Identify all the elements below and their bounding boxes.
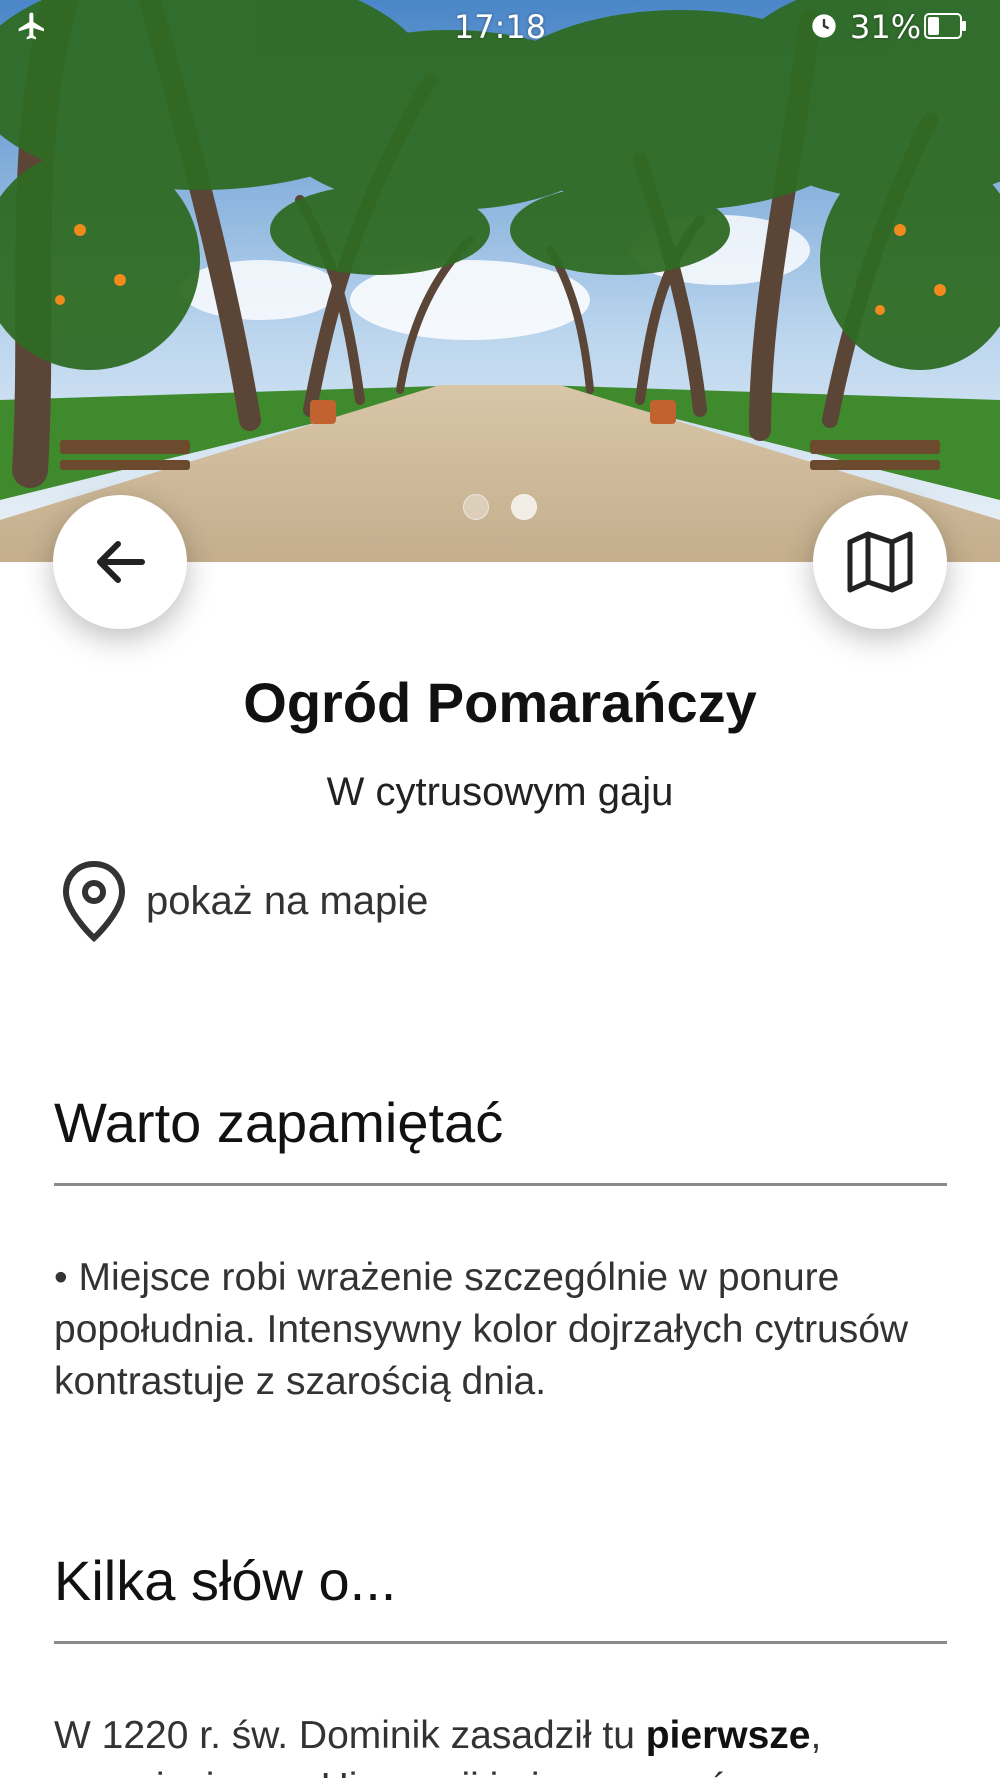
show-on-map-link[interactable]: pokaż na mapie: [56, 858, 428, 944]
garden-photo: [0, 0, 1000, 562]
status-bar: 17:18 31%: [0, 0, 1000, 54]
section-heading-remember: Warto zapamiętać: [54, 1091, 504, 1154]
alarm-icon: [812, 14, 836, 38]
about-text: W 1220 r. św. Dominik zasadził tu pierws…: [54, 1710, 954, 1778]
place-title: Ogród Pomarańczy: [243, 671, 757, 734]
section-divider: [54, 1183, 947, 1186]
arrow-left-icon: [97, 541, 145, 583]
hero-image: [0, 0, 1000, 562]
about-text-bold: pierwsze: [645, 1714, 811, 1757]
carousel-dot[interactable]: [463, 494, 489, 520]
folded-map-icon: [847, 531, 913, 593]
section-divider: [54, 1641, 947, 1644]
remember-text: • Miejsce robi wrażenie szczególnie w po…: [54, 1256, 909, 1403]
place-subtitle: W cytrusowym gaju: [326, 770, 674, 814]
carousel-dot-active[interactable]: [511, 494, 537, 520]
show-on-map-label: pokaż na mapie: [146, 878, 429, 923]
map-button[interactable]: [813, 495, 947, 629]
location-pin-icon: [62, 860, 126, 943]
section-heading-about: Kilka słów o...: [54, 1549, 397, 1612]
battery-icon: [924, 13, 966, 39]
about-text-start: W 1220 r. św. Dominik zasadził tu: [54, 1714, 646, 1757]
battery-percentage: 31%: [850, 8, 922, 46]
back-button[interactable]: [53, 495, 187, 629]
